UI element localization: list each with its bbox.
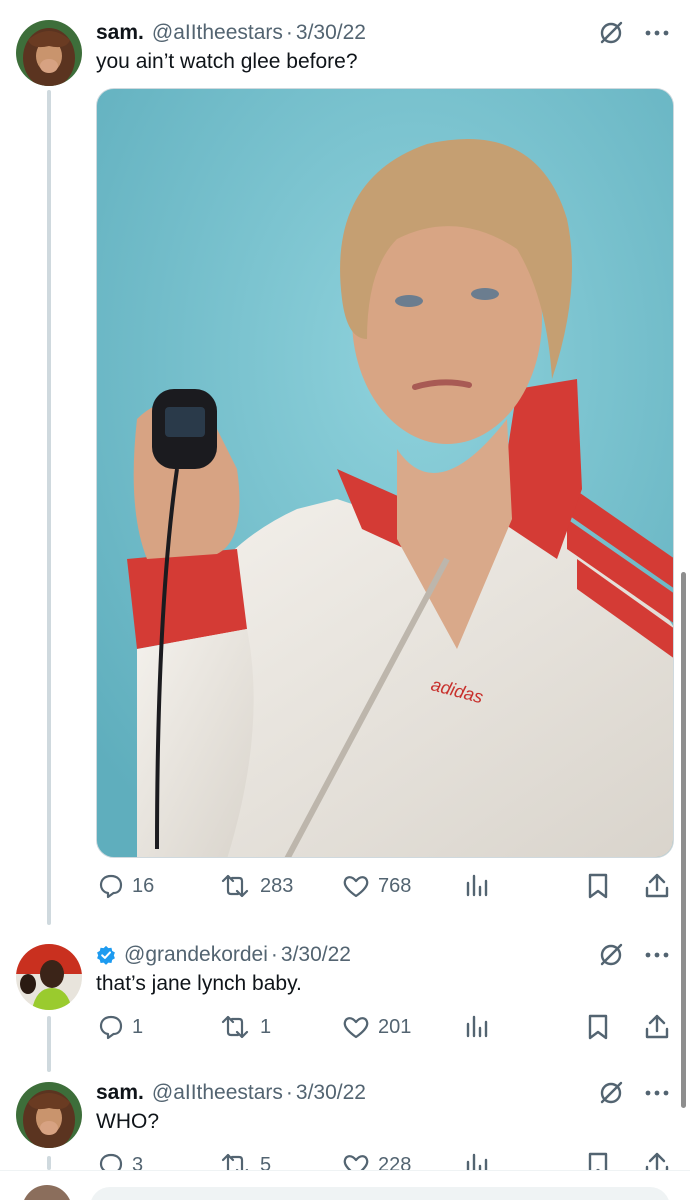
tweet-date[interactable]: 3/30/22 bbox=[296, 21, 366, 45]
thread-line bbox=[47, 1156, 51, 1170]
tweet-text: WHO? bbox=[96, 1110, 159, 1133]
reply-count: 1 bbox=[132, 1015, 144, 1038]
retweet-icon bbox=[221, 1015, 249, 1039]
media-photo: adidas bbox=[97, 89, 673, 857]
retweet-button[interactable]: 1 bbox=[218, 1010, 271, 1044]
tweet-1[interactable]: sam. @aIItheestars · 3/30/22 you ain’t w… bbox=[0, 18, 690, 925]
avatar-image bbox=[16, 944, 82, 1010]
like-button[interactable]: 768 bbox=[342, 869, 411, 903]
bookmark-icon bbox=[588, 1014, 608, 1040]
retweet-count: 1 bbox=[260, 1015, 272, 1038]
separator-dot: · bbox=[285, 21, 293, 44]
header-icons bbox=[598, 1078, 670, 1108]
views-icon bbox=[466, 1015, 488, 1038]
tweet-3[interactable]: sam. @aIItheestars · 3/30/22 WHO? 3 5 22… bbox=[0, 1078, 690, 1178]
tweet-date[interactable]: 3/30/22 bbox=[296, 1081, 366, 1105]
avatar-image bbox=[16, 20, 82, 86]
views-button[interactable] bbox=[464, 1010, 490, 1044]
retweet-icon bbox=[221, 874, 249, 898]
grok-icon[interactable] bbox=[598, 942, 624, 968]
tweet-media[interactable]: adidas bbox=[96, 88, 674, 858]
tweet-header: sam. @aIItheestars · 3/30/22 bbox=[96, 1078, 670, 1108]
more-icon[interactable] bbox=[644, 1089, 670, 1097]
avatar[interactable] bbox=[16, 20, 82, 86]
username[interactable]: @aIItheestars bbox=[152, 21, 283, 45]
share-icon bbox=[645, 873, 669, 898]
bookmark-button[interactable] bbox=[586, 1010, 610, 1044]
more-icon[interactable] bbox=[644, 951, 670, 959]
thread-line bbox=[47, 1016, 51, 1072]
reply-count: 16 bbox=[132, 874, 155, 897]
tweet-date[interactable]: 3/30/22 bbox=[281, 943, 351, 967]
separator-dot: · bbox=[285, 1081, 293, 1104]
scrollbar[interactable] bbox=[681, 572, 686, 1108]
tweet-actions: 1 1 201 bbox=[96, 1010, 676, 1044]
username[interactable]: @grandekordei bbox=[124, 943, 268, 967]
separator-dot: · bbox=[270, 943, 278, 966]
tweet-text: you ain’t watch glee before? bbox=[96, 50, 358, 73]
tweet-header: sam. @aIItheestars · 3/30/22 bbox=[96, 18, 670, 48]
tweet-2[interactable]: @grandekordei · 3/30/22 that’s jane lync… bbox=[0, 940, 690, 1072]
header-icons bbox=[598, 940, 670, 970]
composer-avatar[interactable] bbox=[22, 1185, 72, 1200]
reply-composer-bar bbox=[0, 1170, 690, 1200]
reply-button[interactable]: 1 bbox=[98, 1010, 143, 1044]
reply-icon bbox=[99, 874, 123, 899]
like-button[interactable]: 201 bbox=[342, 1010, 411, 1044]
reply-input[interactable] bbox=[90, 1187, 670, 1200]
like-count: 768 bbox=[378, 874, 412, 897]
grok-icon[interactable] bbox=[598, 1080, 624, 1106]
reply-button[interactable]: 16 bbox=[98, 869, 154, 903]
tweet-text: that’s jane lynch baby. bbox=[96, 972, 302, 995]
views-button[interactable] bbox=[464, 869, 490, 903]
heart-icon bbox=[343, 876, 369, 898]
tweet-header: @grandekordei · 3/30/22 bbox=[96, 940, 670, 970]
share-button[interactable] bbox=[644, 1010, 670, 1044]
username[interactable]: @aIItheestars bbox=[152, 1081, 283, 1105]
tweet-actions: 16 283 768 bbox=[96, 869, 676, 903]
reply-icon bbox=[99, 1015, 123, 1040]
thread-line bbox=[47, 90, 51, 925]
retweet-button[interactable]: 283 bbox=[218, 869, 293, 903]
avatar[interactable] bbox=[16, 1082, 82, 1148]
verified-badge-icon bbox=[97, 945, 115, 965]
display-name[interactable]: sam. bbox=[96, 21, 144, 45]
display-name[interactable]: sam. bbox=[96, 1081, 144, 1105]
views-icon bbox=[466, 874, 488, 897]
avatar-image bbox=[16, 1082, 82, 1148]
share-icon bbox=[645, 1014, 669, 1039]
header-icons bbox=[598, 18, 670, 48]
heart-icon bbox=[343, 1017, 369, 1039]
retweet-count: 283 bbox=[260, 874, 294, 897]
bookmark-button[interactable] bbox=[586, 869, 610, 903]
share-button[interactable] bbox=[644, 869, 670, 903]
grok-icon[interactable] bbox=[598, 20, 624, 46]
more-icon[interactable] bbox=[644, 29, 670, 37]
bookmark-icon bbox=[588, 873, 608, 899]
like-count: 201 bbox=[378, 1015, 412, 1038]
avatar[interactable] bbox=[16, 944, 82, 1010]
